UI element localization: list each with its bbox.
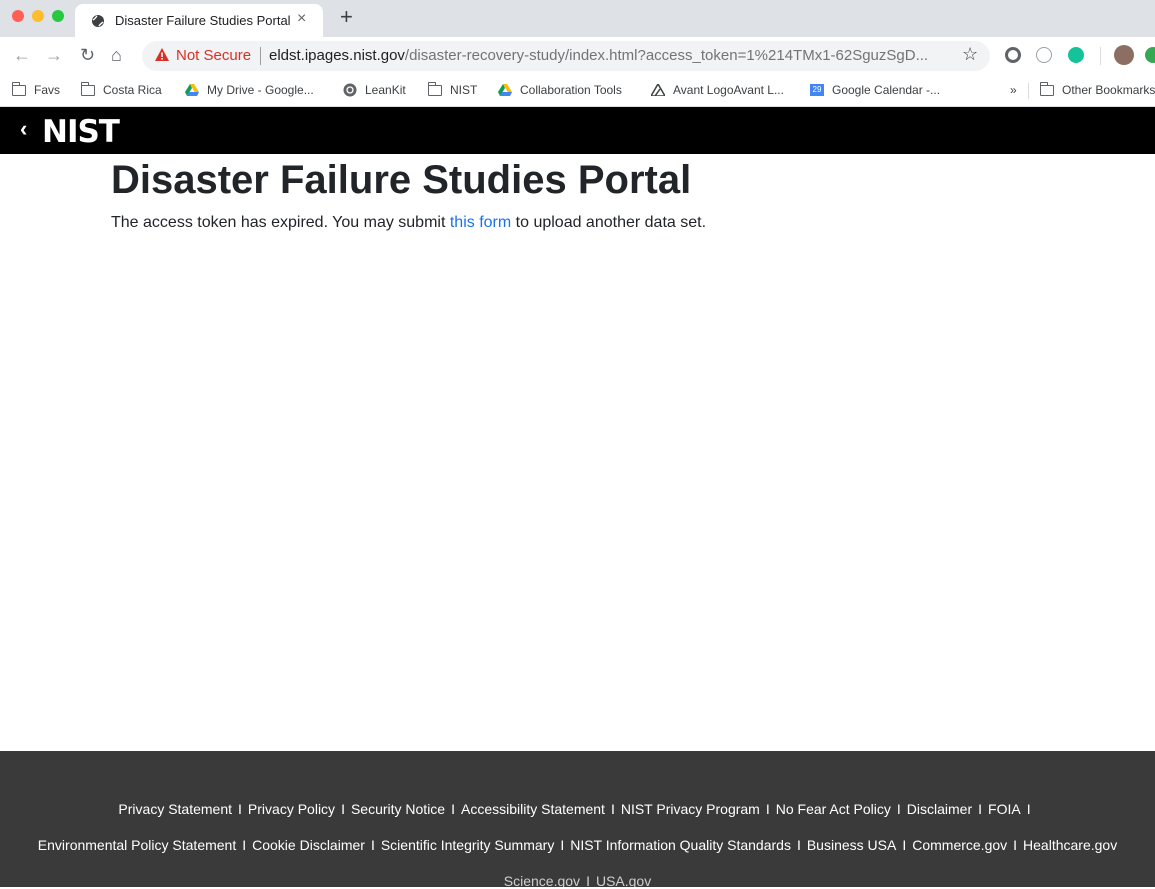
footer-separator: I — [451, 801, 455, 817]
bookmarks-divider — [1028, 83, 1029, 99]
message-text-after: to upload another data set. — [511, 214, 707, 231]
footer-separator: I — [1013, 837, 1018, 853]
window-zoom-button[interactable] — [52, 10, 64, 22]
bookmark-avant-logo[interactable]: Avant LogoAvant L... — [651, 81, 784, 99]
browser-tab[interactable]: Disaster Failure Studies Portal × — [75, 4, 323, 37]
footer-separator: I — [978, 801, 983, 817]
bookmark-label: Favs — [34, 83, 61, 97]
back-icon[interactable]: ← — [13, 45, 31, 66]
bookmark-other-bookmarks[interactable]: Other Bookmarks — [1040, 81, 1155, 99]
footer-links-row-1: Privacy Statement I Privacy Policy I Securit… — [0, 801, 1155, 817]
footer-link[interactable]: NIST Privacy Program — [621, 801, 760, 817]
bookmark-label: NIST — [450, 83, 478, 97]
bookmarks-bar: Favs Costa Rica My Drive - Google... Lea… — [0, 75, 1155, 107]
url-host: eldst.ipages.nist.gov — [269, 47, 405, 64]
back-chevron-icon[interactable]: ‹ — [20, 116, 27, 142]
footer-separator: I — [1026, 801, 1031, 817]
footer-link[interactable]: Privacy Statement — [118, 801, 232, 817]
bookmark-google-calendar[interactable]: 29 Google Calendar -... — [810, 81, 940, 99]
footer-link[interactable]: Environmental Policy Statement — [38, 837, 236, 853]
reload-icon[interactable]: ↻ — [80, 45, 95, 66]
bookmark-label: My Drive - Google... — [207, 83, 314, 97]
extension-help-icon[interactable] — [1036, 47, 1052, 63]
avant-logo-icon — [651, 84, 665, 96]
globe-icon — [92, 15, 104, 27]
footer-link[interactable]: Accessibility Statement — [461, 801, 605, 817]
footer-link[interactable]: FOIA — [988, 801, 1021, 817]
tab-title: Disaster Failure Studies Portal — [115, 13, 291, 28]
footer-link[interactable]: Commerce.gov — [912, 837, 1007, 853]
bookmark-my-drive[interactable]: My Drive - Google... — [185, 81, 314, 99]
home-icon[interactable]: ⌂ — [111, 45, 122, 66]
bookmark-label: Google Calendar -... — [832, 83, 941, 97]
expired-token-message: The access token has expired. You may su… — [111, 214, 706, 232]
more-bookmarks-button[interactable]: » — [1010, 81, 1017, 99]
bookmark-label: Avant LogoAvant L... — [673, 83, 784, 97]
bookmark-label: Collaboration Tools — [520, 83, 622, 97]
bookmark-label: Other Bookmarks — [1062, 83, 1155, 97]
url-text[interactable]: eldst.ipages.nist.gov/disaster-recovery-… — [269, 47, 949, 64]
footer-link[interactable]: Cookie Disclaimer — [252, 837, 365, 853]
footer-link[interactable]: Privacy Policy — [248, 801, 335, 817]
not-secure-label[interactable]: Not Secure — [176, 47, 251, 64]
bookmark-star-icon[interactable]: ☆ — [962, 44, 978, 65]
folder-icon — [81, 81, 95, 96]
site-footer: Privacy Statement I Privacy Policy I Securit… — [0, 751, 1155, 889]
page-title: Disaster Failure Studies Portal — [111, 158, 692, 202]
nist-header-bar: ‹ NIST — [0, 107, 1155, 154]
profile-avatar[interactable] — [1114, 45, 1134, 65]
footer-separator: I — [610, 801, 615, 817]
folder-icon — [12, 81, 26, 96]
more-bookmarks-icon: » — [1010, 83, 1017, 97]
google-drive-icon — [498, 84, 512, 96]
address-bar[interactable]: Not Secure eldst.ipages.nist.gov/disaste… — [142, 41, 990, 71]
footer-separator: I — [238, 801, 242, 817]
footer-link[interactable]: NIST Information Quality Standards — [570, 837, 791, 853]
browser-tab-strip: Disaster Failure Studies Portal × + — [0, 0, 1155, 37]
forward-icon[interactable]: → — [45, 45, 63, 66]
bookmark-nist[interactable]: NIST — [428, 81, 477, 99]
leankit-icon — [343, 83, 357, 97]
google-drive-icon — [185, 84, 199, 96]
upload-form-link[interactable]: this form — [450, 214, 511, 231]
footer-link[interactable]: Disclaimer — [907, 801, 972, 817]
footer-separator: I — [902, 837, 907, 853]
extension-green-icon[interactable] — [1145, 47, 1155, 63]
footer-link[interactable]: Business USA — [807, 837, 896, 853]
footer-separator: I — [896, 801, 901, 817]
new-tab-button[interactable]: + — [340, 4, 353, 30]
folder-icon — [428, 81, 442, 96]
window-minimize-button[interactable] — [32, 10, 44, 22]
footer-separator: I — [796, 837, 801, 853]
footer-links-row-2: Environmental Policy Statement I Cookie Di… — [0, 837, 1155, 853]
toolbar-divider — [1100, 47, 1101, 65]
footer-separator: I — [341, 801, 345, 817]
extension-circle-icon[interactable] — [1005, 47, 1021, 63]
bookmark-label: LeanKit — [365, 83, 406, 97]
footer-link[interactable]: No Fear Act Policy — [776, 801, 891, 817]
footer-link[interactable]: Scientific Integrity Summary — [381, 837, 555, 853]
footer-link[interactable]: Security Notice — [351, 801, 445, 817]
footer-link[interactable]: Healthcare.gov — [1023, 837, 1117, 853]
browser-toolbar: ← → ↻ ⌂ Not Secure eldst.ipages.nist.gov… — [0, 37, 1155, 75]
footer-separator: I — [765, 801, 770, 817]
tab-close-icon[interactable]: × — [297, 10, 306, 28]
url-path: /disaster-recovery-study/index.html?acce… — [404, 47, 929, 64]
nist-logo[interactable]: NIST — [42, 114, 120, 150]
folder-icon — [1040, 81, 1054, 96]
omnibox-divider — [260, 47, 261, 65]
footer-separator: I — [242, 837, 247, 853]
bookmark-label: Costa Rica — [103, 83, 162, 97]
grammarly-icon[interactable] — [1068, 47, 1084, 63]
bookmark-leankit[interactable]: LeanKit — [343, 81, 406, 99]
window-close-button[interactable] — [12, 10, 24, 22]
footer-separator: I — [370, 837, 375, 853]
bookmark-costa-rica[interactable]: Costa Rica — [81, 81, 162, 99]
google-calendar-icon: 29 — [810, 84, 824, 96]
bookmark-collaboration-tools[interactable]: Collaboration Tools — [498, 81, 622, 99]
footer-separator: I — [560, 837, 565, 853]
bookmark-favs[interactable]: Favs — [12, 81, 60, 99]
warning-icon — [155, 48, 169, 61]
message-text-before: The access token has expired. You may su… — [111, 214, 450, 231]
